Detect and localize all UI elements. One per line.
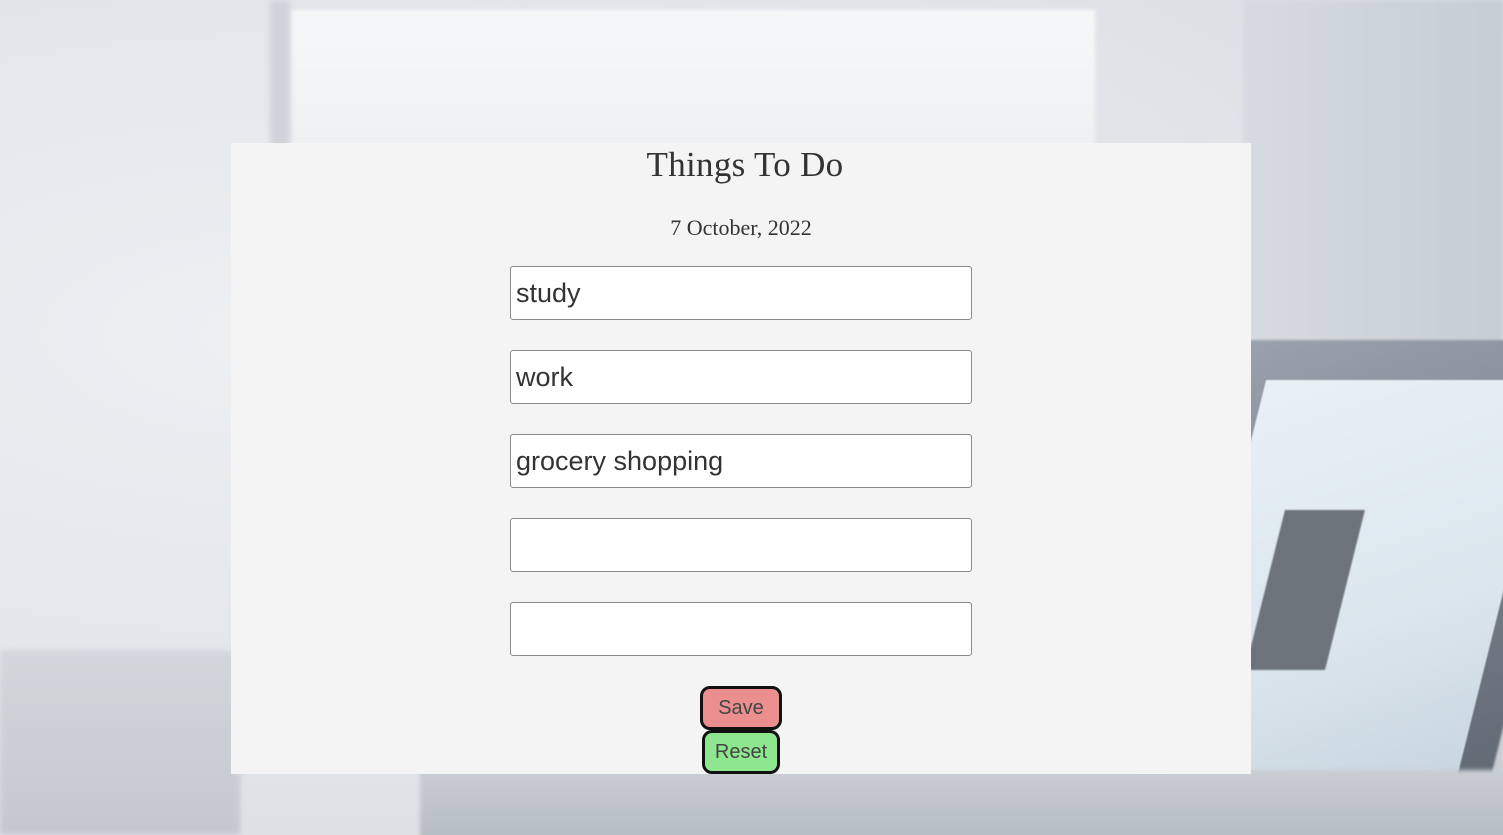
- page-title: Things To Do: [646, 145, 844, 184]
- task-input-2[interactable]: [510, 350, 972, 404]
- background-window: [290, 10, 1095, 150]
- background-keyboard: [420, 770, 1503, 835]
- background-window-frame: [270, 0, 290, 150]
- task-input-1[interactable]: [510, 266, 972, 320]
- task-input-4[interactable]: [510, 518, 972, 572]
- todo-card: Things To Do 7 October, 2022 Save Reset: [231, 143, 1251, 774]
- save-button[interactable]: Save: [700, 686, 782, 730]
- reset-button[interactable]: Reset: [702, 730, 780, 774]
- task-input-5[interactable]: [510, 602, 972, 656]
- current-date: 7 October, 2022: [670, 215, 812, 240]
- task-input-3[interactable]: [510, 434, 972, 488]
- background-desk: [0, 650, 240, 835]
